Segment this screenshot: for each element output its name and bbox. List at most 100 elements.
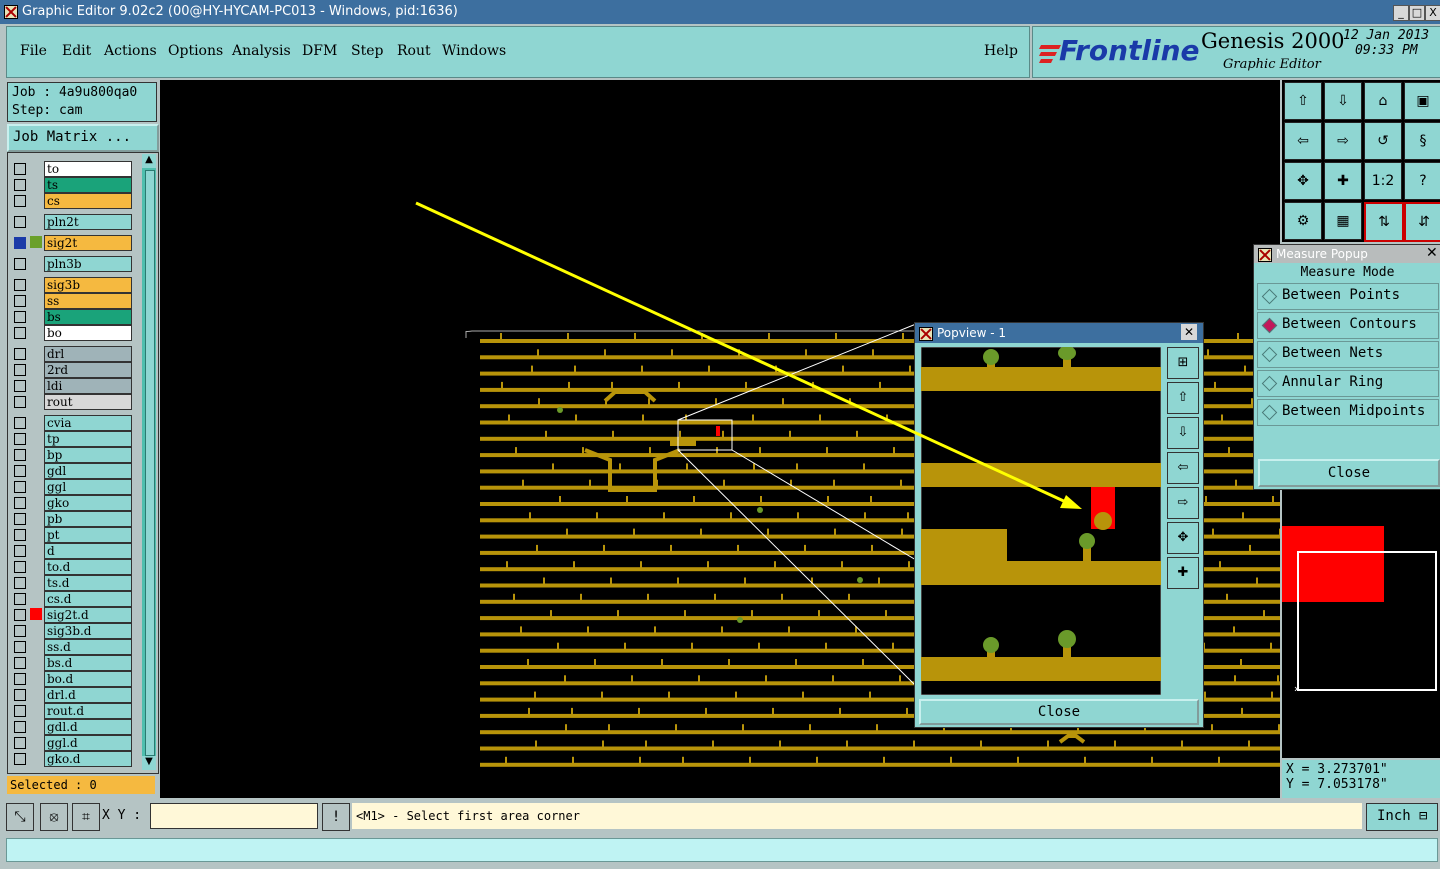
layer-name[interactable]: gdl: [44, 463, 132, 479]
layer-row-ss[interactable]: ss: [8, 293, 148, 309]
layer-name[interactable]: ggl.d: [44, 735, 132, 751]
layer-checkbox[interactable]: [14, 641, 26, 653]
area-select-icon[interactable]: ⤡: [6, 803, 34, 831]
snap-toggle-icon[interactable]: ⦻: [40, 803, 68, 831]
layer-name[interactable]: gko.d: [44, 751, 132, 767]
measure-option-between-midpoints[interactable]: Between Midpoints: [1257, 399, 1439, 426]
layer-swap-tool-icon[interactable]: ⇵: [1404, 202, 1440, 242]
layer-checkbox[interactable]: [14, 561, 26, 573]
layer-row-ts-d[interactable]: ts.d: [8, 575, 148, 591]
layer-checkbox[interactable]: [14, 279, 26, 291]
measure-option-between-contours[interactable]: Between Contours: [1257, 312, 1439, 339]
layer-name[interactable]: pln2t: [44, 214, 132, 230]
layer-name[interactable]: sig3b: [44, 277, 132, 293]
layer-row-cs-d[interactable]: cs.d: [8, 591, 148, 607]
layer-row-pln2t[interactable]: pln2t: [8, 214, 148, 230]
layer-name[interactable]: ss.d: [44, 639, 132, 655]
layer-row-gko-d[interactable]: gko.d: [8, 751, 148, 767]
layer-row-ss-d[interactable]: ss.d: [8, 639, 148, 655]
layer-checkbox[interactable]: [14, 364, 26, 376]
grid-tool-icon[interactable]: ▦: [1324, 202, 1362, 240]
layer-checkbox[interactable]: [14, 513, 26, 525]
layer-row-2rd[interactable]: 2rd: [8, 362, 148, 378]
layer-row-sig2t[interactable]: sig2t: [8, 235, 148, 251]
layer-compare-tool-icon[interactable]: ⇅: [1364, 202, 1404, 242]
popview-close-icon[interactable]: ✕: [1181, 324, 1197, 340]
scroll-up-arrow-icon[interactable]: ▲: [142, 154, 156, 168]
minimize-button[interactable]: _: [1393, 5, 1409, 21]
layer-row-gdl[interactable]: gdl: [8, 463, 148, 479]
layer-row-ldi[interactable]: ldi: [8, 378, 148, 394]
layer-name[interactable]: to.d: [44, 559, 132, 575]
window-tool-icon[interactable]: ▣: [1404, 82, 1440, 120]
layer-checkbox[interactable]: [14, 295, 26, 307]
popview-pan-down-icon[interactable]: ⇩: [1167, 417, 1199, 449]
layer-name[interactable]: bo: [44, 325, 132, 341]
menu-dfm[interactable]: DFM: [302, 43, 337, 59]
layer-name[interactable]: pb: [44, 511, 132, 527]
pan-down-tool-icon[interactable]: ⇩: [1324, 82, 1362, 120]
layer-checkbox[interactable]: [14, 380, 26, 392]
menu-actions[interactable]: Actions: [104, 43, 157, 59]
layer-name[interactable]: cs: [44, 193, 132, 209]
mini-overview-map[interactable]: ×: [1282, 490, 1440, 758]
layer-checkbox[interactable]: [14, 705, 26, 717]
grid-snap-icon[interactable]: ⌗: [72, 803, 100, 831]
layer-name[interactable]: gko: [44, 495, 132, 511]
layer-checkbox[interactable]: [14, 179, 26, 191]
layer-name[interactable]: ggl: [44, 479, 132, 495]
layer-name[interactable]: sig2t.d: [44, 607, 132, 623]
popview-pan-left-icon[interactable]: ⇦: [1167, 452, 1199, 484]
job-matrix-button[interactable]: Job Matrix ...: [7, 124, 159, 152]
layer-name[interactable]: bs.d: [44, 655, 132, 671]
layer-name[interactable]: drl: [44, 346, 132, 362]
layer-name[interactable]: d: [44, 543, 132, 559]
layer-row-gko[interactable]: gko: [8, 495, 148, 511]
layer-row-ggl-d[interactable]: ggl.d: [8, 735, 148, 751]
menu-help[interactable]: Help: [984, 43, 1018, 59]
layer-name[interactable]: gdl.d: [44, 719, 132, 735]
layer-checkbox[interactable]: [14, 449, 26, 461]
measure-option-between-points[interactable]: Between Points: [1257, 283, 1439, 310]
layer-name[interactable]: ss: [44, 293, 132, 309]
zoom-fit-tool-icon[interactable]: ✥: [1284, 162, 1322, 200]
layer-name[interactable]: rout.d: [44, 703, 132, 719]
redraw-tool-icon[interactable]: §: [1404, 122, 1440, 160]
undo-tool-icon[interactable]: ↺: [1364, 122, 1402, 160]
menu-edit[interactable]: Edit: [62, 43, 91, 59]
layer-row-ggl[interactable]: ggl: [8, 479, 148, 495]
layer-checkbox[interactable]: [14, 737, 26, 749]
layer-row-drl-d[interactable]: drl.d: [8, 687, 148, 703]
layer-checkbox[interactable]: [14, 609, 26, 621]
popview-pan-up-icon[interactable]: ⇧: [1167, 382, 1199, 414]
layer-name[interactable]: cvia: [44, 415, 132, 431]
popview-zoom-in-icon[interactable]: ⊞: [1167, 347, 1199, 379]
layer-row-gdl-d[interactable]: gdl.d: [8, 719, 148, 735]
layer-checkbox[interactable]: [14, 327, 26, 339]
layer-row-to[interactable]: to: [8, 161, 148, 177]
layer-row-bs[interactable]: bs: [8, 309, 148, 325]
menu-windows[interactable]: Windows: [442, 43, 506, 59]
layer-name[interactable]: ts.d: [44, 575, 132, 591]
layer-name[interactable]: bs: [44, 309, 132, 325]
layer-checkbox[interactable]: [14, 195, 26, 207]
xy-input[interactable]: [150, 803, 318, 829]
layer-row-tp[interactable]: tp: [8, 431, 148, 447]
layer-name[interactable]: cs.d: [44, 591, 132, 607]
layer-checkbox[interactable]: [14, 163, 26, 175]
maximize-button[interactable]: □: [1409, 5, 1425, 21]
menu-rout[interactable]: Rout: [397, 43, 431, 59]
menu-step[interactable]: Step: [351, 43, 383, 59]
popview-zoom-fit-icon[interactable]: ✥: [1167, 522, 1199, 554]
layer-name[interactable]: ldi: [44, 378, 132, 394]
layer-checkbox[interactable]: [14, 481, 26, 493]
layer-row-pb[interactable]: pb: [8, 511, 148, 527]
layer-row-sig3b[interactable]: sig3b: [8, 277, 148, 293]
layer-name[interactable]: sig3b.d: [44, 623, 132, 639]
scroll-down-arrow-icon[interactable]: ▼: [142, 756, 156, 770]
layer-name[interactable]: tp: [44, 431, 132, 447]
layer-row-bp[interactable]: bp: [8, 447, 148, 463]
layer-checkbox[interactable]: [14, 465, 26, 477]
help-tool-icon[interactable]: ?: [1404, 162, 1440, 200]
layer-checkbox[interactable]: [14, 673, 26, 685]
